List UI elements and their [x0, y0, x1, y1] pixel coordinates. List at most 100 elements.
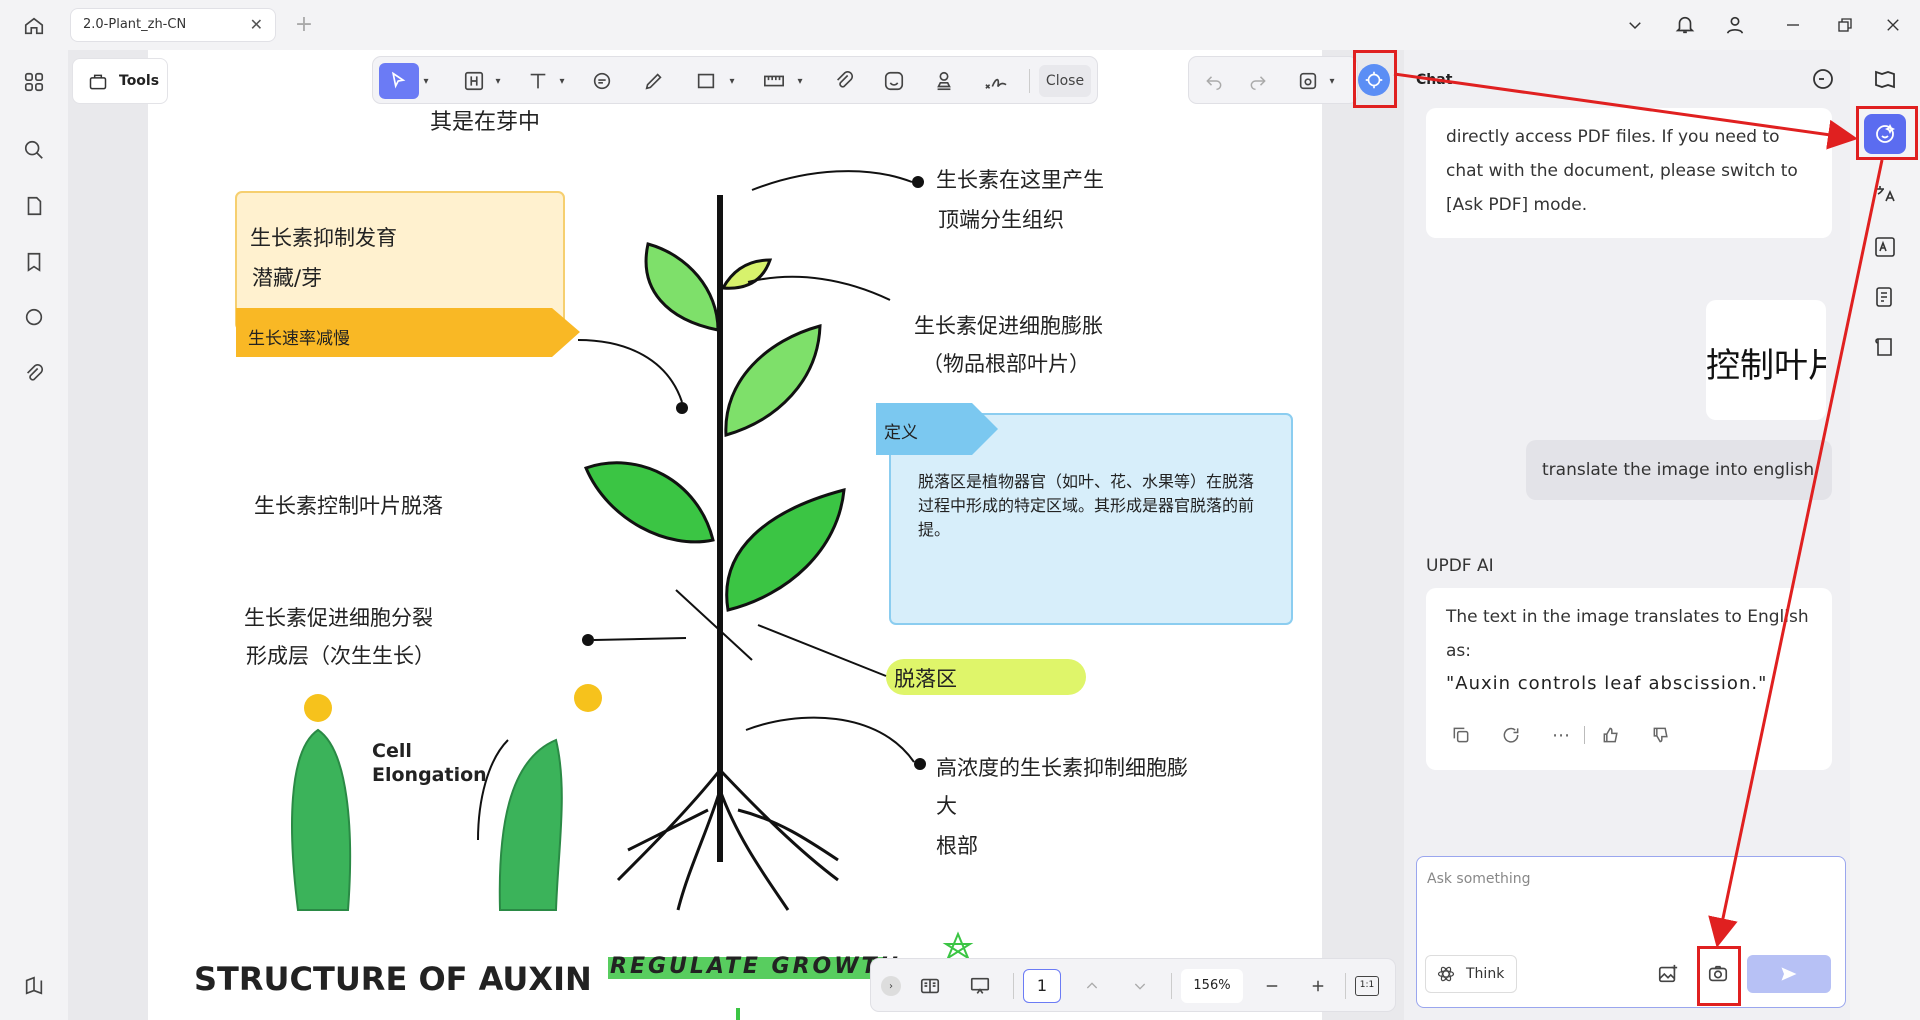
atom-icon — [1436, 964, 1456, 984]
chevron-down-icon[interactable] — [1125, 971, 1155, 1001]
sidebar-layers-icon[interactable] — [18, 970, 50, 1002]
ai-reply-text-1: The text in the image translates to Engl… — [1446, 607, 1809, 661]
chevron-down-icon[interactable]: ▾ — [725, 69, 739, 93]
summarize-icon[interactable] — [1870, 282, 1900, 312]
sticker-tool-icon[interactable] — [879, 67, 909, 95]
actual-size-button[interactable]: 1:1 — [1355, 976, 1379, 996]
ai-reply-text-2: "Auxin controls leaf abscission." — [1446, 673, 1768, 694]
expand-icon[interactable]: › — [881, 976, 901, 996]
image-message-text: 控制叶片 — [1706, 346, 1826, 386]
close-button[interactable]: Close — [1039, 65, 1091, 97]
chevron-down-icon[interactable]: ▾ — [555, 69, 569, 93]
tab-close-icon[interactable]: ✕ — [250, 15, 263, 34]
user-message: translate the image into english — [1526, 440, 1832, 500]
bb-divider — [1013, 973, 1014, 999]
bb-divider — [1171, 973, 1172, 999]
close-window-icon[interactable] — [1878, 10, 1908, 40]
bb-divider — [1345, 973, 1346, 999]
bell-icon[interactable] — [1670, 10, 1700, 40]
new-tab-icon[interactable]: + — [290, 10, 318, 38]
reply-actions: ⋯ — [1446, 720, 1686, 750]
attachment-icon[interactable] — [18, 358, 50, 390]
left-mid-label: 生长素控制叶片脱落 — [254, 494, 443, 518]
thumbs-up-icon[interactable] — [1596, 720, 1626, 750]
page-number-input[interactable]: 1 — [1023, 969, 1061, 1003]
pdf-page: 其是在芽中 生长素抑制发育 潜藏/芽 生长速率减慢 生长素在这里产生 顶端分生组… — [148, 50, 1322, 1020]
history-icon[interactable] — [1808, 64, 1838, 94]
measure-tool-icon[interactable] — [759, 67, 789, 95]
attach-tool-icon[interactable] — [829, 67, 859, 95]
chat-panel: Chat directly access PDF files. If you n… — [1404, 50, 1850, 1020]
zoom-level[interactable]: 156% — [1181, 969, 1243, 1003]
regulate-title: REGULATE GROWTH — [610, 954, 901, 979]
comment-icon[interactable] — [18, 302, 50, 334]
comment-tool-icon[interactable] — [587, 67, 617, 95]
select-tool-icon[interactable] — [379, 63, 419, 99]
restore-icon[interactable] — [1830, 10, 1860, 40]
undo-icon[interactable] — [1199, 67, 1229, 95]
save-icon[interactable] — [1293, 67, 1323, 95]
assistant-message-1: directly access PDF files. If you need t… — [1426, 108, 1832, 238]
image-upload-icon[interactable] — [1653, 959, 1683, 989]
zoom-out-icon[interactable] — [1257, 971, 1287, 1001]
copy-icon[interactable] — [1446, 720, 1476, 750]
thumbnails-icon[interactable] — [18, 66, 50, 98]
chevron-down-icon[interactable]: ▾ — [491, 69, 505, 93]
regenerate-icon[interactable] — [1496, 720, 1526, 750]
left-sidebar — [0, 50, 66, 1020]
chat-input-box[interactable]: Ask something Think — [1416, 856, 1846, 1008]
stamp-tool-icon[interactable] — [929, 67, 959, 95]
minimize-icon[interactable] — [1778, 10, 1808, 40]
translate-icon[interactable] — [1870, 178, 1900, 208]
bookmark-icon[interactable] — [18, 246, 50, 278]
ai-reply: The text in the image translates to Engl… — [1426, 588, 1832, 770]
toolbar-divider — [1029, 69, 1030, 93]
reader-icon[interactable] — [1870, 332, 1900, 362]
actions-divider — [1584, 726, 1585, 744]
text-tool-icon[interactable] — [523, 67, 553, 95]
ai-name: UPDF AI — [1426, 556, 1494, 576]
present-icon[interactable] — [965, 971, 995, 1001]
image-message[interactable]: 控制叶片 — [1706, 300, 1826, 420]
undo-toolbar: ▾ — [1188, 56, 1358, 104]
pdf-text-top: 其是在芽中 — [430, 110, 541, 135]
think-button[interactable]: Think — [1425, 955, 1517, 993]
label-top-r1: 生长素在这里产生 — [936, 168, 1104, 192]
pen-tool-icon[interactable] — [639, 67, 669, 95]
rectangle-tool-icon[interactable] — [691, 67, 721, 95]
send-button[interactable] — [1747, 955, 1831, 993]
page-navigation-bar: › 1 156% 1:1 — [870, 958, 1396, 1012]
page-view-icon[interactable] — [915, 971, 945, 1001]
structure-title: STRUCTURE OF AUXIN — [194, 960, 592, 998]
chevron-down-icon[interactable]: ▾ — [1325, 69, 1339, 93]
def-text: 脱落区是植物器官（如叶、花、水果等）在脱落过程中形成的特定区域。其形成是器官脱落… — [918, 472, 1255, 539]
zoom-in-icon[interactable] — [1303, 971, 1333, 1001]
chevron-down-icon[interactable] — [1620, 12, 1650, 38]
chevron-up-icon[interactable] — [1077, 971, 1107, 1001]
document-tab[interactable]: 2.0-Plant_zh-CN ✕ — [70, 8, 276, 42]
screenshot-highlight — [1697, 946, 1741, 1006]
user-icon[interactable] — [1720, 10, 1750, 40]
tools-icon — [87, 71, 109, 93]
page-icon[interactable] — [18, 190, 50, 222]
chevron-down-icon[interactable]: ▾ — [793, 69, 807, 93]
think-label: Think — [1466, 966, 1505, 982]
home-icon[interactable] — [18, 10, 50, 42]
tools-button[interactable]: Tools — [72, 58, 168, 104]
textbox-tool-icon[interactable] — [459, 67, 489, 95]
abscission-label: 脱落区 — [894, 667, 957, 691]
box1-tag: 生长速率减慢 — [248, 329, 350, 349]
cell-label-1: Cell — [372, 740, 412, 762]
thumbs-down-icon[interactable] — [1646, 720, 1676, 750]
tools-label: Tools — [119, 73, 160, 89]
ai-assistant-icon[interactable] — [1358, 64, 1390, 96]
search-icon[interactable] — [18, 134, 50, 166]
label-mid-r2: （物品根部叶片） — [922, 352, 1090, 376]
more-icon[interactable]: ⋯ — [1546, 720, 1576, 750]
book-open-icon[interactable] — [1870, 64, 1900, 94]
user-message-text: translate the image into english — [1542, 460, 1815, 480]
signature-tool-icon[interactable] — [979, 67, 1013, 95]
chevron-down-icon[interactable]: ▾ — [419, 69, 433, 93]
ocr-icon[interactable] — [1870, 232, 1900, 262]
redo-icon[interactable] — [1243, 67, 1273, 95]
